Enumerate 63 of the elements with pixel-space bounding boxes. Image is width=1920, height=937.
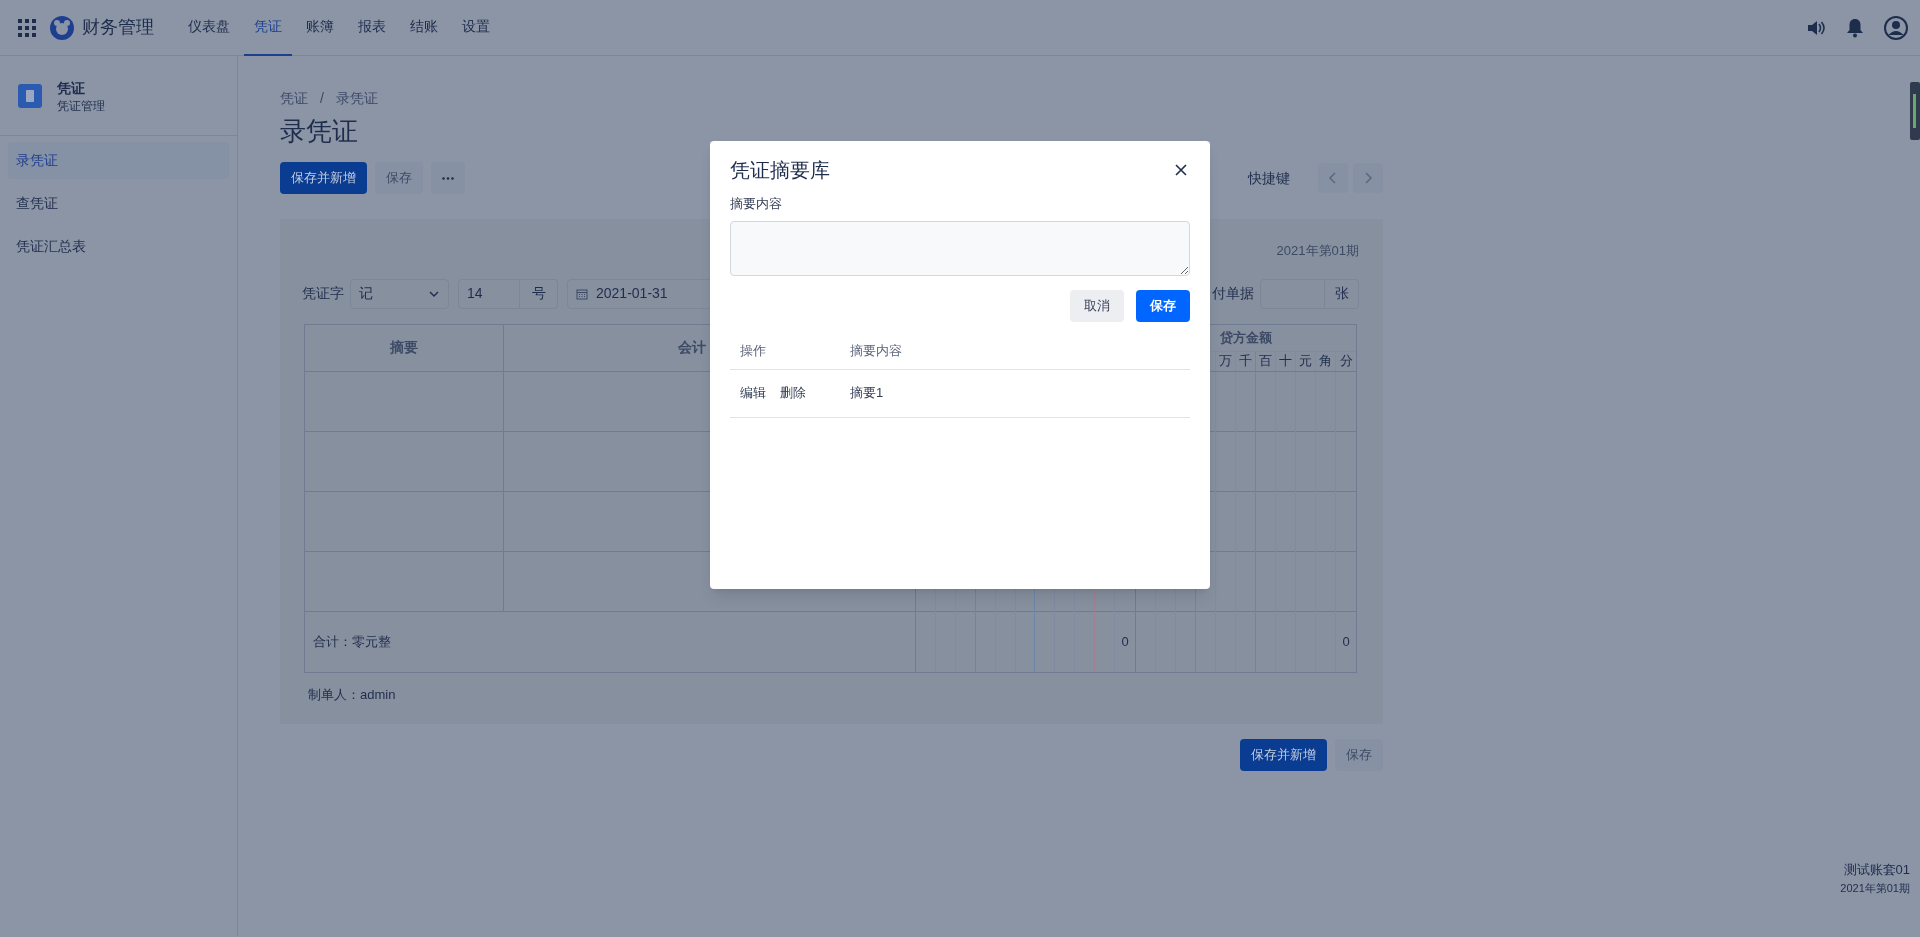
sidebar-item[interactable]: 录凭证 — [8, 142, 229, 179]
breadcrumb-separator: / — [320, 89, 324, 108]
page-title: 录凭证 — [280, 115, 359, 148]
voucher-word-label: 凭证字 — [302, 284, 344, 303]
app-grid-icon[interactable] — [18, 18, 36, 37]
shortcut-link[interactable]: 快捷键 — [1248, 167, 1290, 189]
document-icon — [18, 83, 42, 108]
user-avatar-icon[interactable] — [1884, 15, 1908, 40]
unit-header: 角 — [1316, 351, 1336, 371]
number-field[interactable]: 14 — [458, 278, 520, 309]
nav-tab[interactable]: 仪表盘 — [178, 0, 240, 56]
column-header: 摘要 — [305, 324, 505, 371]
more-icon — [442, 176, 454, 180]
attachments-suffix: 张 — [1325, 278, 1359, 309]
voucher-word-select[interactable]: 记 — [350, 278, 449, 309]
nav-tab[interactable]: 结账 — [400, 0, 448, 56]
unit-header: 百 — [1256, 351, 1276, 371]
calendar-icon — [576, 287, 588, 300]
save-button[interactable]: 保存 — [375, 162, 423, 194]
save-button[interactable]: 保存 — [1335, 739, 1383, 771]
unit-header: 分 — [1338, 352, 1354, 371]
breadcrumb-link[interactable]: 凭证 — [280, 88, 308, 109]
edit-link[interactable]: 编辑 — [740, 383, 766, 403]
cancel-button[interactable]: 取消 — [1070, 289, 1124, 322]
nav-tab[interactable]: 账簿 — [296, 0, 344, 56]
unit-header: 万 — [1216, 351, 1236, 371]
column-header: 会计 — [678, 338, 707, 357]
logo-icon — [50, 15, 74, 40]
total-amount: 0 — [1120, 632, 1130, 651]
sidebar-title: 凭证 — [57, 78, 86, 98]
unit-header: 千 — [1236, 351, 1256, 371]
save-button[interactable]: 保存 — [1136, 289, 1190, 322]
side-panel-handle-icon[interactable] — [1910, 82, 1920, 140]
delete-link[interactable]: 删除 — [780, 383, 806, 403]
save-and-new-button[interactable]: 保存并新增 — [1240, 739, 1327, 771]
sidebar-item[interactable]: 查凭证 — [8, 185, 229, 222]
nav-tab[interactable]: 设置 — [452, 0, 500, 56]
sidebar-subtitle: 凭证管理 — [57, 97, 105, 114]
bell-icon[interactable] — [1846, 17, 1864, 38]
unit-header: 十 — [1276, 351, 1296, 371]
unit-header: 元 — [1296, 351, 1316, 371]
maker-label: 制单人：admin — [308, 685, 397, 704]
nav-tab[interactable]: 凭证 — [244, 0, 292, 56]
period-footer-label: 2021年第01期 — [1840, 880, 1910, 896]
total-amount: 0 — [1341, 632, 1351, 651]
close-icon[interactable] — [1175, 164, 1187, 176]
account-set-label: 测试账套01 — [1843, 861, 1910, 879]
sidebar-item[interactable]: 凭证汇总表 — [8, 228, 229, 265]
table-cell-text: 摘要1 — [850, 384, 884, 403]
nav-tab[interactable]: 报表 — [348, 0, 396, 56]
dialog-title: 凭证摘要库 — [730, 158, 830, 183]
field-label: 摘要内容 — [730, 195, 783, 213]
column-header: 摘要内容 — [850, 341, 902, 360]
save-and-new-button[interactable]: 保存并新增 — [280, 162, 367, 194]
chevron-left-icon — [1327, 172, 1339, 184]
app-name: 财务管理 — [82, 16, 154, 39]
period-label: 2021年第01期 — [1276, 242, 1359, 260]
number-suffix: 号 — [520, 278, 558, 309]
attachments-label: 付单据 — [1212, 284, 1254, 303]
total-label: 合计：零元整 — [313, 632, 391, 651]
column-header: 操作 — [739, 341, 767, 360]
breadcrumb-current: 录凭证 — [335, 89, 378, 108]
chevron-right-icon — [1362, 172, 1374, 184]
